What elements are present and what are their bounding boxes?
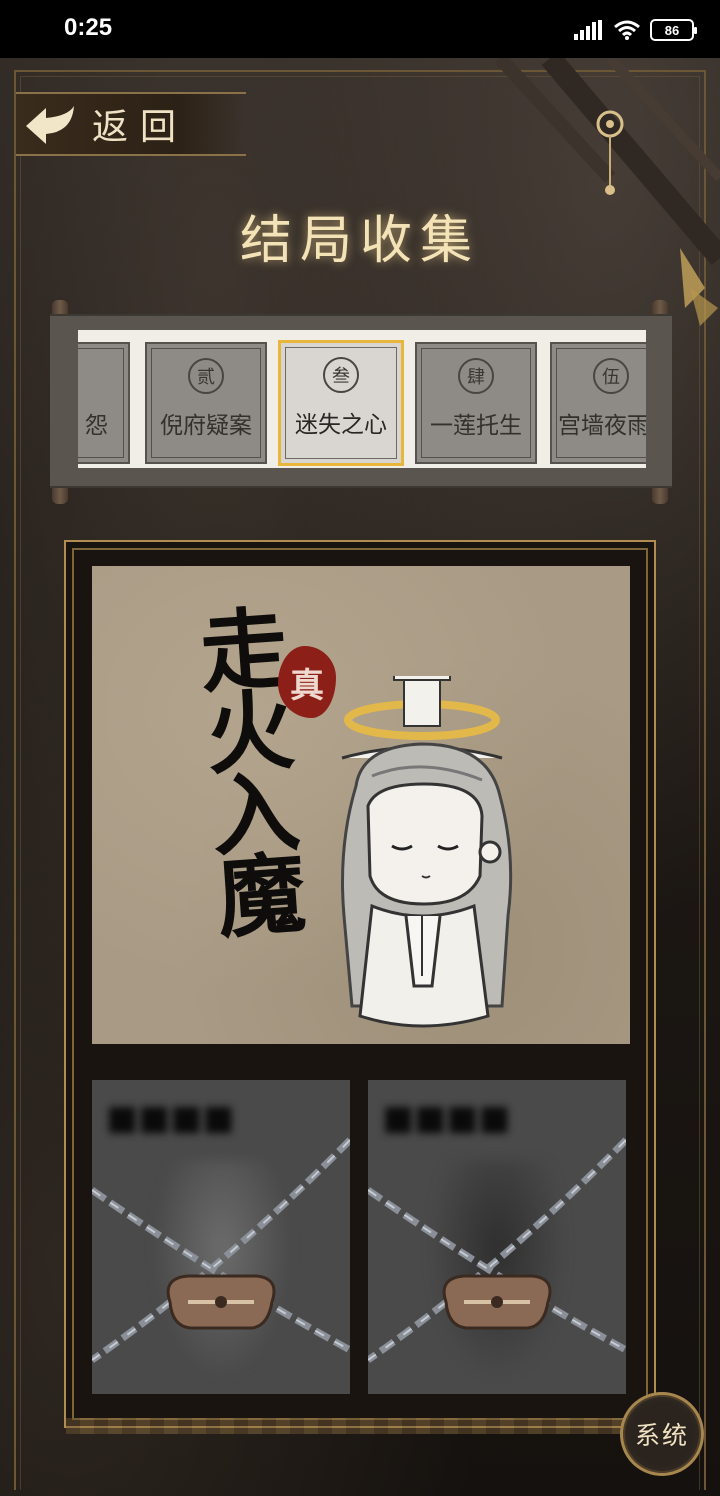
character-illustration (341, 676, 513, 1028)
chapter-name: 倪府疑案 (160, 413, 252, 439)
hanging-ornament-icon (494, 58, 720, 326)
back-button[interactable]: 返回 (16, 92, 246, 156)
chapter-number: 叁 (323, 357, 359, 393)
chain-lock-icon (368, 1137, 626, 1363)
chapter-list[interactable]: 怨 贰 倪府疑案 叁 迷失之心 肆 一莲托生 伍 宫墙夜雨 (78, 330, 646, 468)
ending-card-locked-2[interactable]: ■■■■ (368, 1080, 626, 1394)
chapter-name: 宫墙夜雨 (558, 413, 646, 439)
battery-icon: 86 (650, 19, 697, 41)
ending-title: 走火入魔 (182, 600, 310, 936)
chain-lock-icon (92, 1137, 350, 1363)
status-bar: 0:25 86 (0, 0, 720, 58)
battery-level: 86 (664, 22, 680, 38)
chapter-card-3[interactable]: 叁 迷失之心 (278, 340, 404, 466)
status-time: 0:25 (64, 14, 113, 41)
chapter-number: 贰 (188, 358, 224, 394)
page-title: 结局收集 (239, 211, 480, 271)
chapter-card-1[interactable]: 怨 (78, 342, 130, 464)
system-button[interactable]: 系统 (620, 1392, 704, 1476)
chapter-name: 一莲托生 (430, 413, 522, 439)
status-icons: 86 (574, 16, 697, 44)
chapter-number: 伍 (593, 358, 629, 394)
chapter-name: 迷失之心 (295, 412, 387, 438)
back-arrow-icon (26, 106, 74, 144)
chapter-card-2[interactable]: 贰 倪府疑案 (145, 342, 267, 464)
ending-card-locked-1[interactable]: ■■■■ (92, 1080, 350, 1394)
signal-icon (574, 20, 602, 40)
chapter-card-4[interactable]: 肆 一莲托生 (415, 342, 537, 464)
ending-card-unlocked[interactable]: 走火入魔 真 (92, 566, 630, 1044)
wifi-icon (614, 20, 640, 40)
seal-stamp: 真 (278, 646, 336, 718)
back-label: 返回 (92, 107, 189, 148)
chapter-number: 肆 (458, 358, 494, 394)
chapter-name: 怨 (85, 413, 108, 439)
chapter-card-5[interactable]: 伍 宫墙夜雨 (550, 342, 646, 464)
